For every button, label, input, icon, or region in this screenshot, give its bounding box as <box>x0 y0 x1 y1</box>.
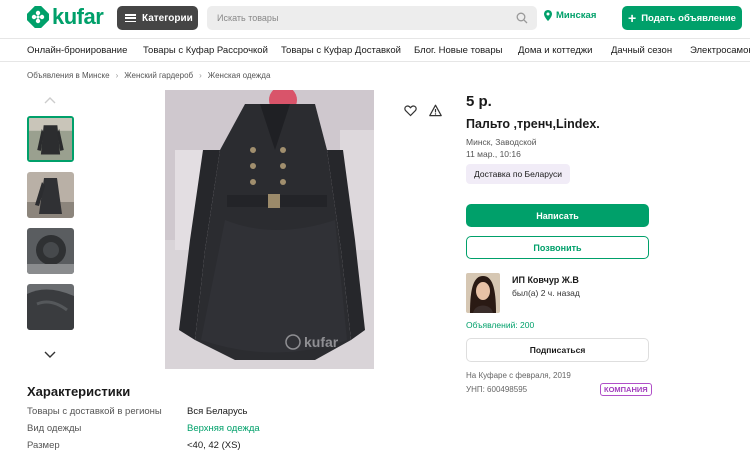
avatar[interactable] <box>466 273 500 313</box>
seller-last-seen: был(а) 2 ч. назад <box>512 288 580 298</box>
characteristic-row: Вид одежды Верхняя одежда <box>27 423 427 437</box>
city-selector[interactable]: Минская <box>544 10 596 21</box>
seller-ads-count[interactable]: Объявлений: 200 <box>466 320 534 330</box>
company-badge: КОМПАНИЯ <box>600 383 652 396</box>
warning-icon <box>428 104 442 116</box>
main-product-image[interactable]: kufar <box>165 90 374 369</box>
call-button[interactable]: Позвонить <box>466 236 649 259</box>
thumbnail-4[interactable] <box>27 284 74 330</box>
chevron-right-icon: › <box>199 71 202 80</box>
breadcrumb: Объявления в Минске › Женский гардероб ›… <box>27 71 270 80</box>
nav-item-dacha[interactable]: Дачный сезон <box>611 45 672 56</box>
characteristic-row: Размер <40, 42 (XS) <box>27 440 427 454</box>
write-button[interactable]: Написать <box>466 204 649 227</box>
listing-date: 11 мар., 10:16 <box>466 149 521 159</box>
menu-icon <box>125 14 136 22</box>
seller-since: На Куфаре с февраля, 2019 <box>466 371 571 380</box>
coat-photo: kufar <box>165 90 374 369</box>
delivery-badge: Доставка по Беларуси <box>466 164 571 184</box>
characteristics-title: Характеристики <box>27 384 131 399</box>
chevron-down-icon[interactable] <box>44 351 56 359</box>
price: 5 р. <box>466 93 492 110</box>
header: kufar Категории Минская + Подать объявле… <box>0 0 750 38</box>
report-button[interactable] <box>424 99 446 121</box>
search-bar <box>207 6 537 30</box>
breadcrumb-item[interactable]: Объявления в Минске <box>27 71 110 80</box>
kufar-logo[interactable]: kufar <box>27 4 104 29</box>
nav-item-delivery[interactable]: Товары с Куфар Доставкой <box>281 45 401 56</box>
kufar-logo-icon <box>27 6 49 28</box>
nav-item-installment[interactable]: Товары с Куфар Рассрочкой <box>143 45 268 56</box>
breadcrumb-item[interactable]: Женский гардероб <box>124 71 193 80</box>
thumbnail-1[interactable] <box>27 116 74 162</box>
heart-icon <box>403 104 417 116</box>
characteristic-value: Вся Беларусь <box>187 406 248 417</box>
search-input[interactable] <box>207 6 497 30</box>
nav-item-booking[interactable]: Онлайн-бронирование <box>27 45 127 56</box>
city-label: Минская <box>556 10 597 21</box>
post-ad-label: Подать объявление <box>641 12 736 24</box>
categories-label: Категории <box>142 12 193 24</box>
characteristic-label: Товары с доставкой в регионы <box>27 406 162 417</box>
category-nav: Онлайн-бронирование Товары с Куфар Расср… <box>0 38 750 62</box>
nav-item-scooters[interactable]: Электросамок <box>690 45 750 56</box>
characteristic-label: Вид одежды <box>27 423 82 434</box>
location-pin-icon <box>544 10 552 21</box>
post-ad-button[interactable]: + Подать объявление <box>622 6 742 30</box>
logo-text: kufar <box>52 4 104 29</box>
characteristic-label: Размер <box>27 440 60 451</box>
plus-icon: + <box>628 10 637 26</box>
search-icon[interactable] <box>516 12 528 24</box>
nav-item-blog[interactable]: Блог. Новые товары <box>414 45 502 56</box>
categories-button[interactable]: Категории <box>117 6 198 30</box>
characteristic-value: <40, 42 (XS) <box>187 440 241 451</box>
nav-item-houses[interactable]: Дома и коттеджи <box>518 45 592 56</box>
favorite-button[interactable] <box>399 99 421 121</box>
thumbnail-2[interactable] <box>27 172 74 218</box>
seller-unp: УНП: 600498595 <box>466 385 528 394</box>
chevron-up-icon[interactable] <box>44 96 56 104</box>
watermark-text: kufar <box>304 334 339 350</box>
chevron-right-icon: › <box>115 71 119 80</box>
listing-title: Пальто ,тренч,Lindex. <box>466 117 600 131</box>
characteristic-value-link[interactable]: Верхняя одежда <box>187 423 260 434</box>
listing-location: Минск, Заводской <box>466 137 537 147</box>
thumbnail-3[interactable] <box>27 228 74 274</box>
breadcrumb-item[interactable]: Женская одежда <box>208 71 271 80</box>
subscribe-button[interactable]: Подписаться <box>466 338 649 362</box>
seller-name[interactable]: ИП Ковчур Ж.В <box>512 275 579 285</box>
characteristic-row: Товары с доставкой в регионы Вся Беларус… <box>27 406 427 420</box>
